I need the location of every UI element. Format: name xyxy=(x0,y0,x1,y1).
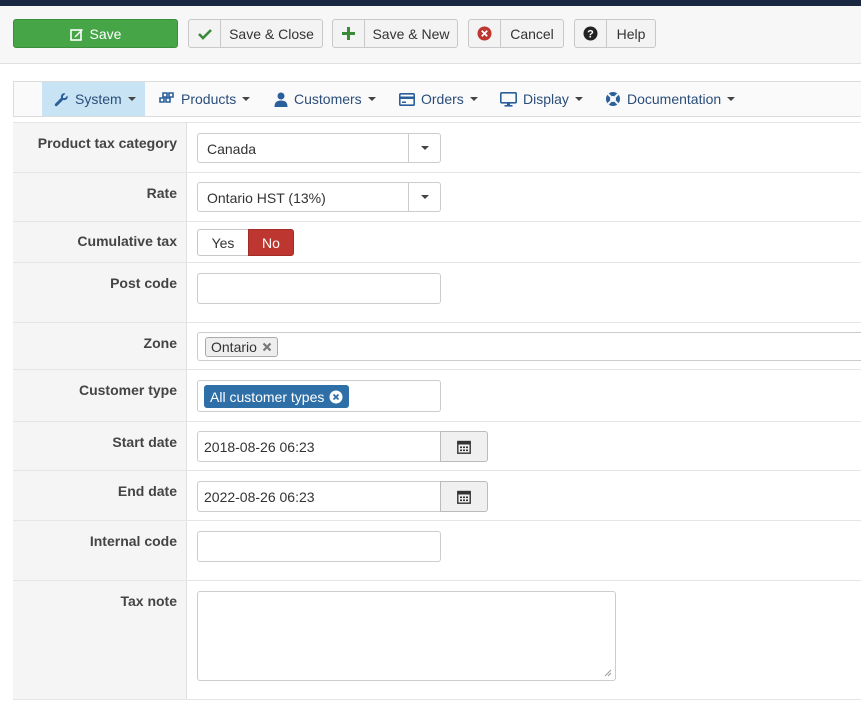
row-cumulative-tax: Cumulative tax Yes No xyxy=(13,221,861,263)
nav-item-documentation[interactable]: Documentation xyxy=(605,82,736,116)
tax-note-textarea[interactable] xyxy=(197,591,616,681)
cancel-label: Cancel xyxy=(510,25,554,42)
calendar-icon xyxy=(457,490,471,504)
row-rate: Rate Ontario HST (13%) xyxy=(13,172,861,222)
end-date-calendar-button[interactable] xyxy=(440,481,488,512)
remove-tag-icon[interactable] xyxy=(262,342,272,352)
save-new-label: Save & New xyxy=(372,25,450,42)
toolbar: Save Save & Close Save & New Cancel ? He… xyxy=(0,6,861,64)
chevron-down-icon xyxy=(408,134,440,162)
nav-item-display[interactable]: Display xyxy=(500,82,583,116)
label-rate: Rate xyxy=(146,185,177,201)
save-button[interactable]: Save xyxy=(13,19,178,48)
edit-icon xyxy=(69,27,84,41)
main-menu: System Products Customers Orders Display… xyxy=(13,81,861,117)
row-start-date: Start date 2018-08-26 06:23 xyxy=(13,421,861,471)
nav-label-system: System xyxy=(75,91,122,107)
start-date-input[interactable]: 2018-08-26 06:23 xyxy=(197,431,441,462)
customer-type-tag: All customer types xyxy=(204,385,350,408)
question-circle-icon: ? xyxy=(575,20,607,47)
label-customer-type: Customer type xyxy=(78,382,177,398)
nav-item-customers[interactable]: Customers xyxy=(274,82,376,116)
end-date-input[interactable]: 2022-08-26 06:23 xyxy=(197,481,441,512)
save-close-label: Save & Close xyxy=(229,25,314,42)
save-close-button[interactable]: Save & Close xyxy=(188,19,323,48)
row-tax-note: Tax note xyxy=(13,580,861,700)
nav-label-products: Products xyxy=(181,91,237,107)
cubes-icon xyxy=(159,92,175,106)
save-new-button[interactable]: Save & New xyxy=(332,19,458,48)
calendar-icon xyxy=(457,440,471,454)
label-product-tax-category: Product tax category xyxy=(37,135,177,151)
user-icon xyxy=(274,92,288,107)
zone-tag-label: Ontario xyxy=(211,339,257,355)
nav-label-display: Display xyxy=(523,91,569,107)
nav-label-customers: Customers xyxy=(294,91,362,107)
product-tax-category-select[interactable]: Canada xyxy=(197,133,441,163)
row-end-date: End date 2022-08-26 06:23 xyxy=(13,470,861,521)
label-tax-note: Tax note xyxy=(120,593,177,609)
label-post-code: Post code xyxy=(110,275,177,291)
label-internal-code: Internal code xyxy=(89,533,177,549)
check-icon xyxy=(189,20,221,47)
nav-label-documentation: Documentation xyxy=(627,91,722,107)
cancel-button[interactable]: Cancel xyxy=(468,19,564,48)
rate-value: Ontario HST (13%) xyxy=(207,190,326,206)
post-code-input[interactable] xyxy=(197,273,441,304)
label-end-date: End date xyxy=(117,483,177,499)
product-tax-category-value: Canada xyxy=(207,141,257,157)
rate-select[interactable]: Ontario HST (13%) xyxy=(197,182,441,212)
plus-icon xyxy=(333,20,365,47)
row-internal-code: Internal code xyxy=(13,520,861,581)
help-label: Help xyxy=(616,25,646,42)
cancel-circle-icon xyxy=(469,20,501,47)
internal-code-input[interactable] xyxy=(197,531,441,562)
chevron-down-icon xyxy=(408,183,440,211)
label-zone: Zone xyxy=(143,335,177,351)
credit-card-icon xyxy=(399,92,415,106)
nav-item-system[interactable]: System xyxy=(42,82,145,116)
row-customer-type: Customer type All customer types xyxy=(13,369,861,422)
remove-tag-circle-icon[interactable] xyxy=(329,390,343,404)
start-date-calendar-button[interactable] xyxy=(440,431,488,462)
label-start-date: Start date xyxy=(112,434,177,450)
wrench-icon xyxy=(54,92,69,107)
row-zone: Zone Ontario xyxy=(13,322,861,370)
help-button[interactable]: ? Help xyxy=(574,19,656,48)
nav-item-products[interactable]: Products xyxy=(159,82,251,116)
end-date-value: 2022-08-26 06:23 xyxy=(204,489,315,505)
zone-multiselect[interactable]: Ontario xyxy=(197,332,861,361)
cumulative-tax-no-button[interactable]: No xyxy=(248,229,294,256)
zone-tag: Ontario xyxy=(205,337,278,357)
row-post-code: Post code xyxy=(13,262,861,323)
row-product-tax-category: Product tax category Canada xyxy=(13,122,861,173)
label-cumulative-tax: Cumulative tax xyxy=(77,233,177,249)
cumulative-tax-yes-button[interactable]: Yes xyxy=(197,229,248,256)
nav-label-orders: Orders xyxy=(421,91,464,107)
resize-grip-icon[interactable] xyxy=(603,668,612,677)
start-date-value: 2018-08-26 06:23 xyxy=(204,439,315,455)
cumulative-tax-toggle: Yes No xyxy=(197,229,294,256)
monitor-icon xyxy=(500,91,517,107)
customer-type-tag-label: All customer types xyxy=(210,388,325,405)
lifebuoy-icon xyxy=(605,91,621,107)
svg-text:?: ? xyxy=(587,29,594,41)
save-label: Save xyxy=(89,25,122,42)
nav-item-orders[interactable]: Orders xyxy=(399,82,478,116)
customer-type-multiselect[interactable]: All customer types xyxy=(197,380,441,412)
